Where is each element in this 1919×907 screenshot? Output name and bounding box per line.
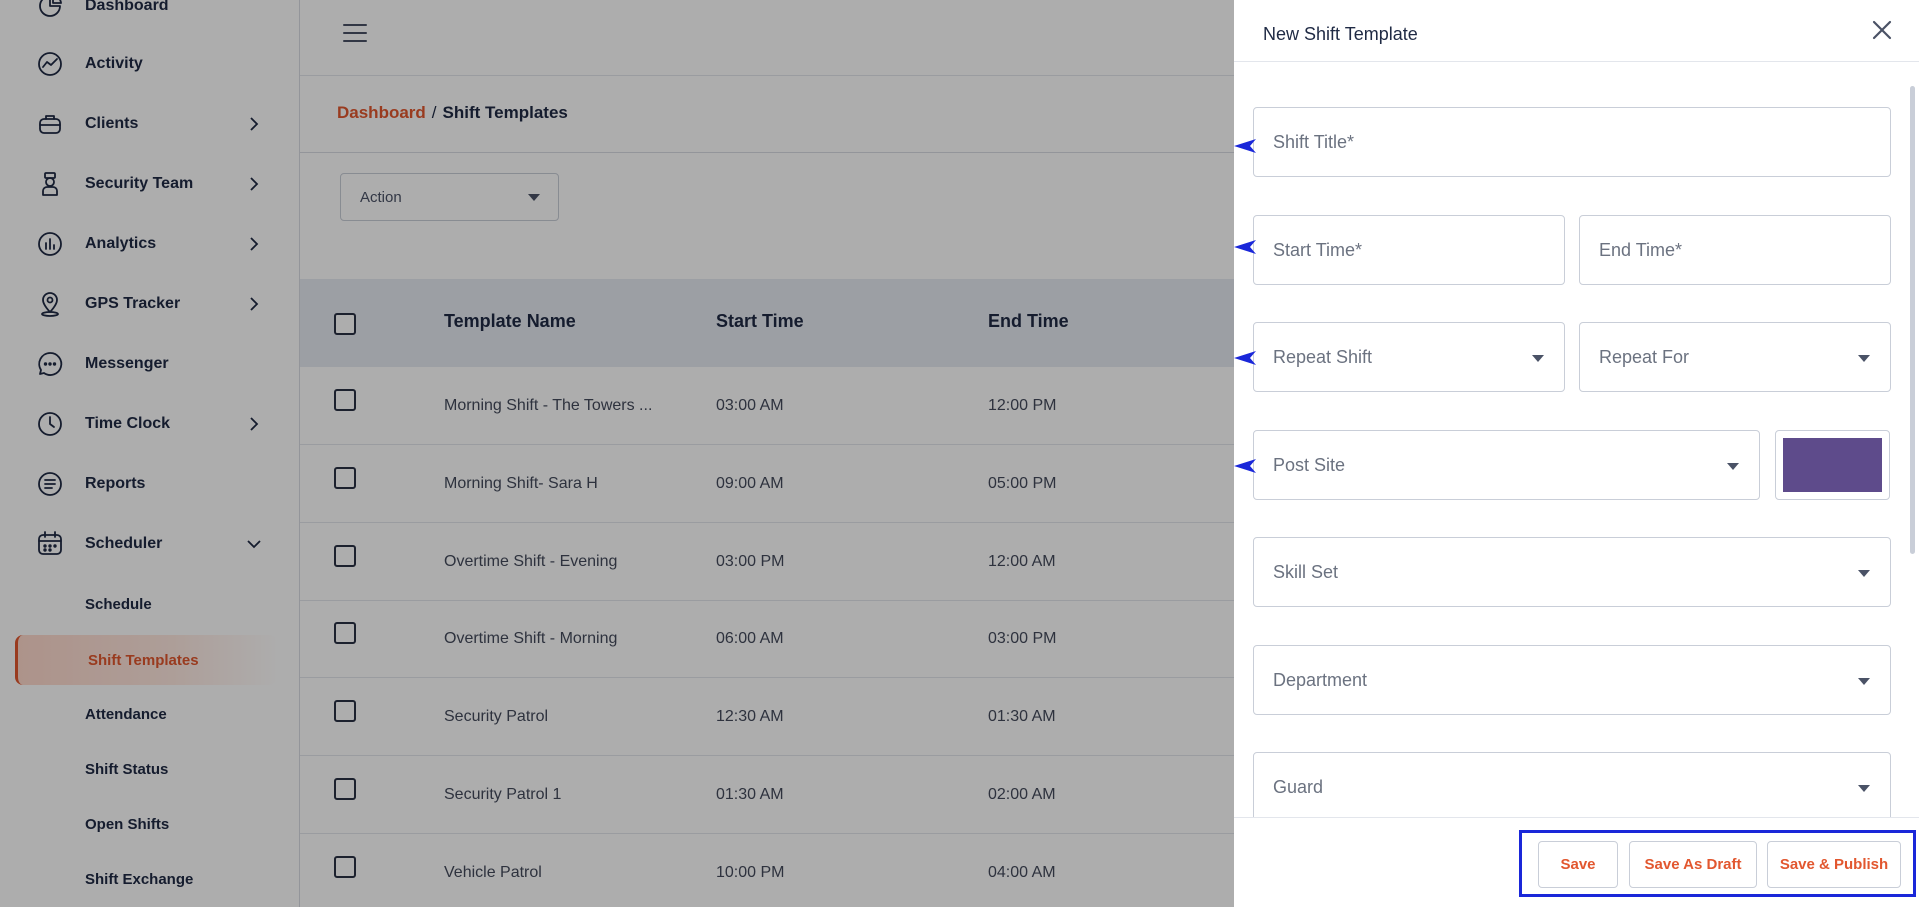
post-site-select[interactable]: Post Site xyxy=(1253,430,1760,500)
caret-down-icon xyxy=(1858,785,1870,792)
caret-down-icon xyxy=(1858,678,1870,685)
repeat-shift-select[interactable]: Repeat Shift xyxy=(1253,322,1565,392)
annotation-arrow-icon xyxy=(1234,459,1256,473)
department-select[interactable]: Department xyxy=(1253,645,1891,715)
color-picker[interactable] xyxy=(1775,430,1890,500)
caret-down-icon xyxy=(1858,570,1870,577)
drawer-scrollbar[interactable] xyxy=(1910,86,1915,554)
post-site-placeholder: Post Site xyxy=(1273,455,1346,475)
start-time-input[interactable]: Start Time* xyxy=(1253,215,1565,285)
caret-down-icon xyxy=(1727,463,1739,470)
repeat-for-select[interactable]: Repeat For xyxy=(1579,322,1891,392)
drawer-title: New Shift Template xyxy=(1263,24,1418,44)
end-time-input[interactable]: End Time* xyxy=(1579,215,1891,285)
skill-set-select[interactable]: Skill Set xyxy=(1253,537,1891,607)
save-button[interactable]: Save xyxy=(1538,841,1618,888)
color-swatch xyxy=(1783,438,1882,492)
annotation-arrow-icon xyxy=(1234,240,1256,254)
caret-down-icon xyxy=(1532,355,1544,362)
guard-select[interactable]: Guard xyxy=(1253,752,1891,822)
skill-set-placeholder: Skill Set xyxy=(1273,562,1339,582)
drawer-footer: Save Save As Draft Save & Publish xyxy=(1234,817,1919,907)
drawer-header: New Shift Template xyxy=(1234,0,1919,62)
annotation-arrow-icon xyxy=(1234,351,1256,365)
guard-placeholder: Guard xyxy=(1273,777,1324,797)
close-icon[interactable] xyxy=(1870,18,1894,42)
shift-title-placeholder: Shift Title* xyxy=(1273,132,1355,152)
save-as-draft-button[interactable]: Save As Draft xyxy=(1629,841,1757,888)
save-and-publish-button[interactable]: Save & Publish xyxy=(1767,841,1901,888)
new-shift-template-drawer: New Shift Template Shift Title* Start Ti… xyxy=(1234,0,1919,907)
annotation-arrow-icon xyxy=(1234,139,1256,153)
repeat-for-placeholder: Repeat For xyxy=(1599,347,1690,367)
shift-title-input[interactable]: Shift Title* xyxy=(1253,107,1891,177)
repeat-shift-placeholder: Repeat Shift xyxy=(1273,347,1373,367)
end-time-placeholder: End Time* xyxy=(1599,240,1683,260)
department-placeholder: Department xyxy=(1273,670,1368,690)
start-time-placeholder: Start Time* xyxy=(1273,240,1363,260)
caret-down-icon xyxy=(1858,355,1870,362)
